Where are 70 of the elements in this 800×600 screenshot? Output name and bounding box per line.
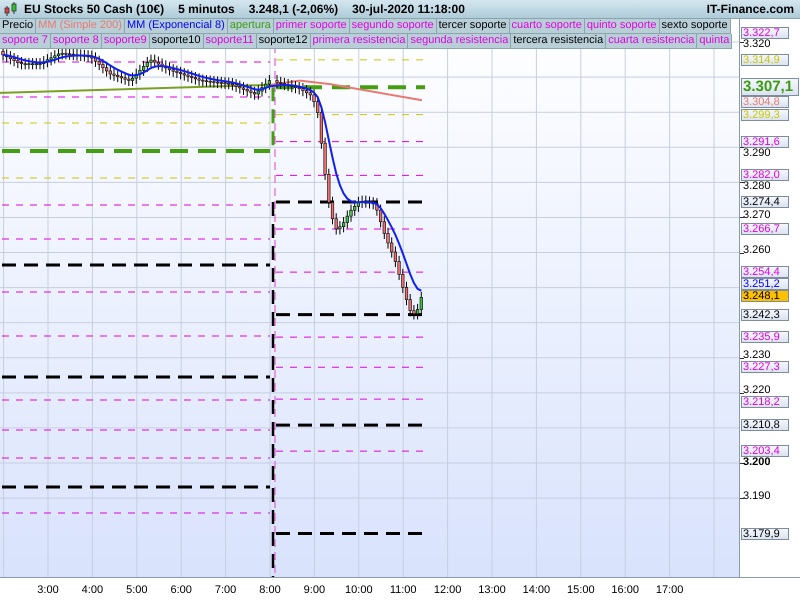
legend-item[interactable]: apertura	[228, 19, 274, 34]
price-tick-label: 3.290	[743, 148, 771, 159]
price-tag: 3.210,8	[741, 419, 789, 432]
legend-item[interactable]: MM (Exponencial 8)	[124, 19, 228, 34]
price-tag: 3.274,4	[741, 196, 789, 208]
price-tag: 3.254,4	[741, 266, 789, 278]
legend-item[interactable]: soporte11	[204, 34, 257, 49]
price-tick-label: 3.270	[743, 210, 771, 221]
price-tag: 3.291,6	[741, 136, 789, 148]
price-tag: 3.307,1	[741, 78, 799, 96]
candlestick-icon	[3, 1, 19, 17]
price-tag: 3.235,9	[741, 331, 789, 344]
price-tag: 3.218,2	[741, 396, 789, 408]
price-tag: 3.266,7	[741, 223, 789, 236]
legend-item[interactable]: segunda resistencia	[408, 34, 512, 49]
time-label: 13:00	[477, 584, 507, 596]
price-tick-label: 3.260	[743, 245, 771, 256]
legend-item[interactable]: soporte 8	[50, 34, 102, 49]
legend-item[interactable]: soporte12	[256, 34, 311, 49]
legend-item[interactable]: MM (Simple 200)	[36, 19, 125, 34]
legend-item[interactable]: soporte 7	[0, 34, 51, 49]
legend-item[interactable]: cuarta resistencia	[606, 34, 698, 49]
time-label: 8:00	[258, 584, 282, 596]
time-label: 3:00	[36, 584, 60, 596]
price-tick-label: 3.190	[743, 490, 771, 502]
site-name: IT-Finance.com	[706, 2, 794, 16]
price-tag: 3.251,2	[741, 278, 789, 290]
time-label: 12:00	[432, 584, 462, 596]
date-time: 30-jul-2020 11:18:00	[352, 2, 465, 16]
legend-item[interactable]: sexto soporte	[660, 19, 731, 34]
legend-item[interactable]: cuarto soporte	[510, 19, 585, 34]
legend-item[interactable]: tercer soporte	[436, 19, 510, 34]
price-tick-label: 3.220	[743, 385, 771, 396]
price-tick-label: 3.230	[743, 350, 771, 362]
time-label: 11:00	[388, 584, 418, 596]
legend-item[interactable]: Precio	[0, 19, 36, 34]
time-label: 9:00	[302, 584, 326, 596]
price-tick-label: 3.200	[743, 457, 771, 468]
legend-item[interactable]: tercera resistencia	[511, 34, 606, 49]
time-label: 17:00	[654, 584, 684, 596]
time-label: 16:00	[610, 584, 640, 596]
legend-item[interactable]: quinto soporte	[584, 19, 660, 34]
interval-label: 5 minutos	[178, 2, 235, 16]
legend-item[interactable]: primer soporte	[274, 19, 350, 34]
legend-item[interactable]: quinta	[697, 34, 732, 49]
price-tick-label: 3.280	[743, 181, 771, 192]
price-tag: 3.314,9	[741, 54, 789, 66]
time-label: 15:00	[566, 584, 596, 596]
time-label: 4:00	[80, 584, 104, 596]
price-tag: 3.227,3	[741, 361, 789, 374]
legend-item[interactable]: segundo soporte	[350, 19, 437, 34]
price-tag: 3.179,9	[741, 528, 789, 540]
time-label: 10:00	[344, 584, 374, 596]
legend-item[interactable]: primera resistencia	[310, 34, 408, 49]
legend-item[interactable]: soporte9	[102, 34, 150, 49]
price-tag: 3.248,1	[741, 290, 789, 302]
price-tag: 3.304,8	[741, 96, 789, 108]
price-tag: 3.299,3	[741, 108, 789, 121]
time-label: 7:00	[214, 584, 238, 596]
price-quote: 3.248,1 (-2,06%)	[248, 2, 338, 16]
time-label: 14:00	[522, 584, 552, 596]
legend-item[interactable]: soporte10	[150, 34, 204, 49]
price-tick-label: 3.320	[743, 38, 771, 50]
price-tag: 3.282,0	[741, 169, 789, 182]
instrument-title: EU Stocks 50 Cash (10€)	[24, 2, 164, 16]
price-tag: 3.242,3	[741, 308, 789, 321]
time-label: 5:00	[125, 584, 148, 596]
price-tag: 3.203,4	[741, 445, 789, 458]
time-label: 6:00	[169, 584, 193, 596]
price-tag: 3.322,7	[741, 26, 789, 39]
